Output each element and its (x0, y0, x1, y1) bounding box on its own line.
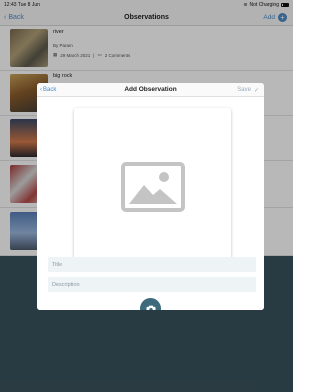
chevron-left-icon: ‹ (40, 87, 42, 93)
description-placeholder: Description (52, 281, 80, 288)
title-placeholder: Title (52, 261, 63, 268)
modal-body: Title Description (37, 97, 264, 310)
modal-back-button[interactable]: ‹ Back (40, 83, 56, 97)
save-label: Save (237, 87, 251, 93)
checkmark-icon: ✓ (253, 87, 259, 94)
modal-title: Add Observation (124, 86, 177, 93)
camera-button[interactable] (140, 298, 161, 310)
image-placeholder-icon (120, 161, 185, 212)
camera-icon (146, 305, 155, 310)
modal-back-label: Back (43, 87, 57, 93)
modal-header: ‹ Back Add Observation Save ✓ (37, 83, 264, 97)
title-field[interactable]: Title (48, 257, 256, 272)
description-field[interactable]: Description (48, 277, 256, 292)
photo-picker[interactable] (74, 108, 231, 265)
save-button[interactable]: Save ✓ (237, 83, 259, 97)
add-observation-modal: ‹ Back Add Observation Save ✓ Title Desc… (37, 83, 264, 310)
